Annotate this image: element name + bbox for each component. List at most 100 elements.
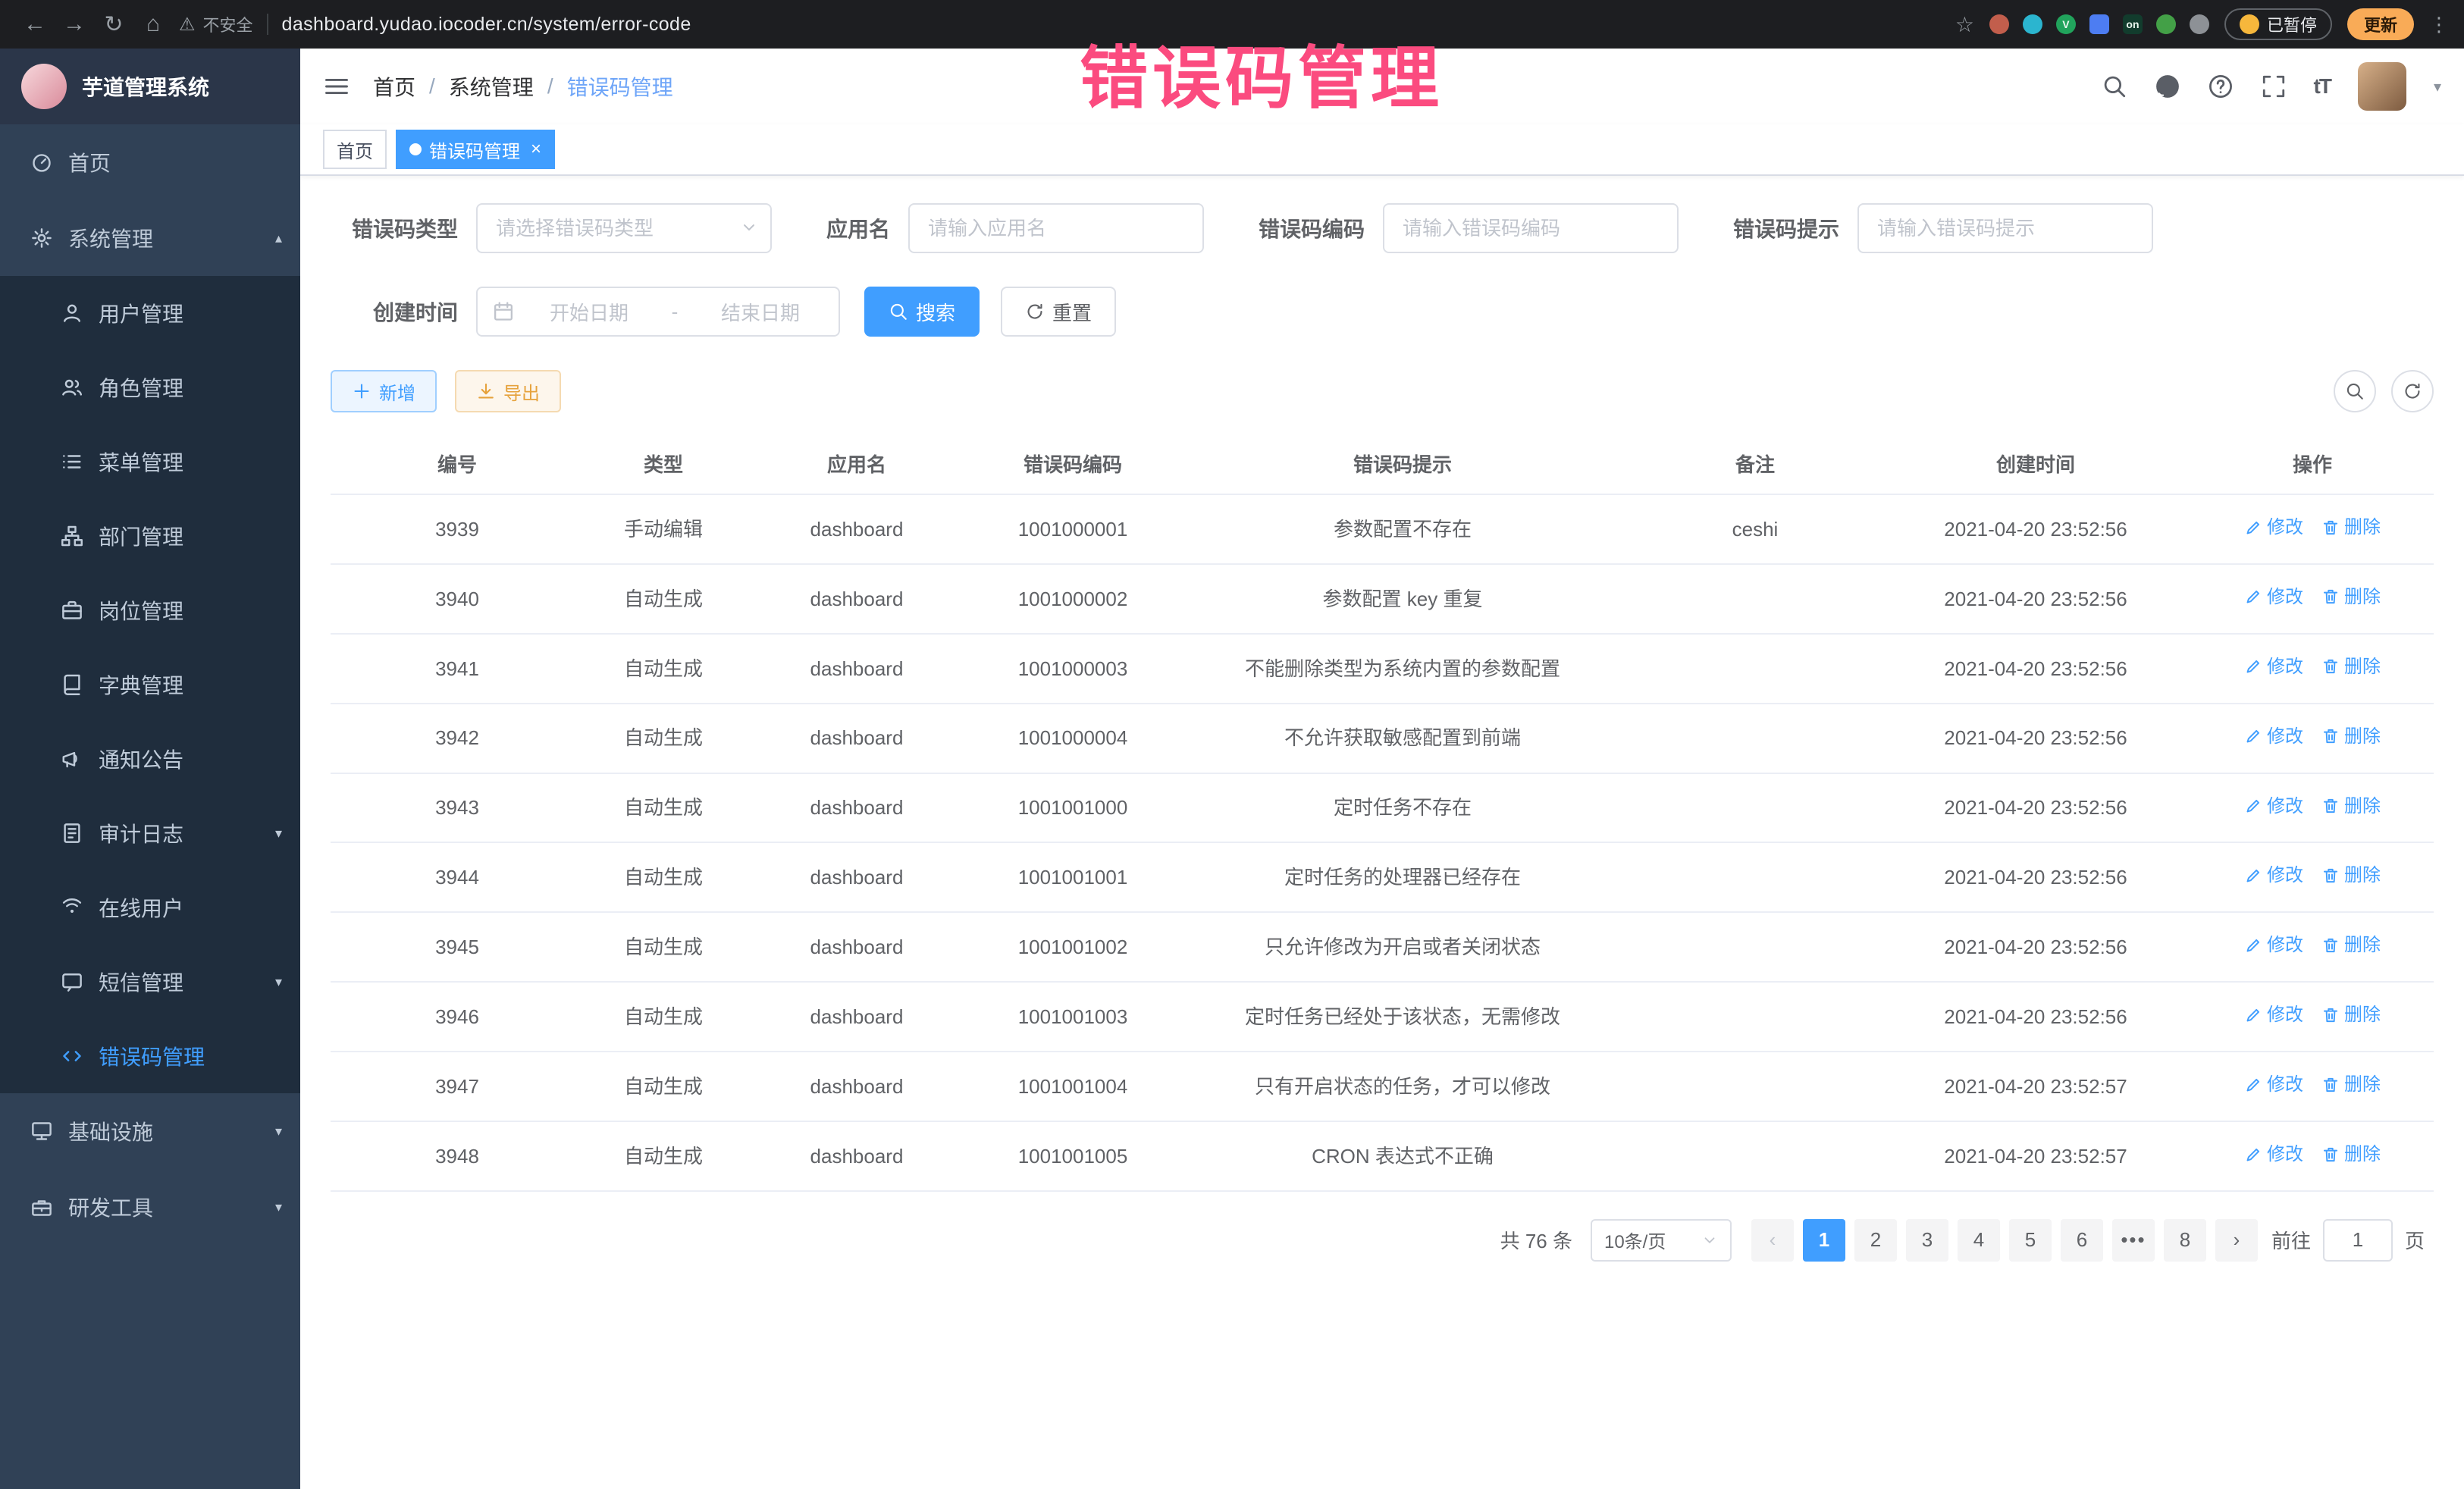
download-icon xyxy=(476,381,496,401)
delete-button[interactable]: 删除 xyxy=(2321,931,2381,959)
tag-home[interactable]: 首页 xyxy=(323,130,387,169)
table-row: 3943自动生成dashboard1001001000定时任务不存在2021-0… xyxy=(331,773,2434,843)
page-button-3[interactable]: 3 xyxy=(1906,1219,1948,1262)
delete-button[interactable]: 删除 xyxy=(2321,792,2381,820)
page-more-button[interactable]: ••• xyxy=(2112,1219,2155,1262)
vue-devtools-extension-icon[interactable]: V xyxy=(2056,14,2076,34)
delete-button[interactable]: 删除 xyxy=(2321,723,2381,751)
page-button-4[interactable]: 4 xyxy=(1958,1219,2000,1262)
online-icon xyxy=(61,896,83,919)
reset-button[interactable]: 重置 xyxy=(1001,287,1116,337)
edit-button[interactable]: 修改 xyxy=(2244,792,2303,820)
page-button-1[interactable]: 1 xyxy=(1803,1219,1845,1262)
sidebar-item-sms[interactable]: 短信管理▾ xyxy=(0,945,300,1019)
bookmark-star-icon[interactable]: ☆ xyxy=(1955,12,1974,37)
edit-button[interactable]: 修改 xyxy=(2244,861,2303,889)
paused-badge[interactable]: 已暂停 xyxy=(2224,8,2332,40)
sidebar-item-role[interactable]: 角色管理 xyxy=(0,350,300,425)
page-button-2[interactable]: 2 xyxy=(1854,1219,1897,1262)
search-icon[interactable] xyxy=(2102,74,2127,99)
forward-icon[interactable]: → xyxy=(55,11,94,37)
sidebar-item-dept[interactable]: 部门管理 xyxy=(0,499,300,573)
cell-msg: 只允许修改为开启或者关闭状态 xyxy=(1175,912,1630,982)
sidebar-item-error-code[interactable]: 错误码管理 xyxy=(0,1019,300,1093)
page-size-value: 10条/页 xyxy=(1604,1227,1666,1253)
date-range-picker[interactable]: 开始日期 - 结束日期 xyxy=(476,287,840,337)
reload-icon[interactable]: ↻ xyxy=(94,11,133,38)
edit-button[interactable]: 修改 xyxy=(2244,1140,2303,1168)
add-button[interactable]: 新增 xyxy=(331,370,437,412)
edit-button[interactable]: 修改 xyxy=(2244,723,2303,751)
caret-down-icon[interactable]: ▾ xyxy=(2434,77,2441,96)
edit-button[interactable]: 修改 xyxy=(2244,931,2303,959)
puzzle-extension-icon[interactable] xyxy=(2190,14,2209,34)
sidebar-item-post[interactable]: 岗位管理 xyxy=(0,573,300,647)
goto-page-input[interactable] xyxy=(2323,1219,2393,1262)
sidebar-item-system[interactable]: 系统管理▴ xyxy=(0,200,300,276)
edit-button[interactable]: 修改 xyxy=(2244,513,2303,541)
user-avatar[interactable] xyxy=(2358,62,2406,111)
delete-button[interactable]: 删除 xyxy=(2321,583,2381,611)
delete-button[interactable]: 删除 xyxy=(2321,1071,2381,1099)
page-button-5[interactable]: 5 xyxy=(2009,1219,2052,1262)
tag-error-code[interactable]: 错误码管理 × xyxy=(396,130,555,169)
cell-time: 2021-04-20 23:52:57 xyxy=(1880,1121,2191,1191)
grid-extension-icon[interactable] xyxy=(2089,14,2109,34)
edit-button[interactable]: 修改 xyxy=(2244,1001,2303,1029)
sidebar-item-dict[interactable]: 字典管理 xyxy=(0,647,300,722)
app-name-field[interactable] xyxy=(908,203,1204,253)
font-size-icon[interactable]: tT xyxy=(2314,74,2331,99)
browser-menu-icon[interactable]: ⋮ xyxy=(2429,13,2449,36)
prev-page-button[interactable]: ‹ xyxy=(1751,1219,1794,1262)
export-button[interactable]: 导出 xyxy=(455,370,561,412)
sidebar-item-user[interactable]: 用户管理 xyxy=(0,276,300,350)
sidebar-item-devtools[interactable]: 研发工具▾ xyxy=(0,1169,300,1245)
home-icon[interactable]: ⌂ xyxy=(133,11,173,37)
delete-button[interactable]: 删除 xyxy=(2321,1140,2381,1168)
edit-button[interactable]: 修改 xyxy=(2244,583,2303,611)
drop-extension-icon[interactable] xyxy=(2023,14,2042,34)
error-code-field[interactable] xyxy=(1383,203,1679,253)
not-secure-label[interactable]: ⚠ 不安全 xyxy=(179,12,253,36)
on-extension-icon[interactable]: on xyxy=(2123,14,2143,34)
sidebar-item-menu[interactable]: 菜单管理 xyxy=(0,425,300,499)
breadcrumb-home[interactable]: 首页 xyxy=(373,71,415,102)
hamburger-icon[interactable] xyxy=(323,73,350,100)
cell-app: dashboard xyxy=(743,842,970,912)
error-msg-input[interactable] xyxy=(1857,203,2153,253)
adblock-extension-icon[interactable] xyxy=(1989,14,2009,34)
chrome-update-button[interactable]: 更新 xyxy=(2347,8,2414,40)
edit-button[interactable]: 修改 xyxy=(2244,1071,2303,1099)
page-button-6[interactable]: 6 xyxy=(2061,1219,2103,1262)
fullscreen-icon[interactable] xyxy=(2261,74,2287,99)
address-bar[interactable]: ⚠ 不安全 dashboard.yudao.iocoder.cn/system/… xyxy=(179,12,691,36)
edit-button[interactable]: 修改 xyxy=(2244,653,2303,681)
url-text[interactable]: dashboard.yudao.iocoder.cn/system/error-… xyxy=(282,14,691,36)
sidebar-item-online-user[interactable]: 在线用户 xyxy=(0,870,300,945)
error-type-select[interactable] xyxy=(476,203,772,253)
error-type-select-input[interactable] xyxy=(476,203,772,253)
sidebar-item-notice[interactable]: 通知公告 xyxy=(0,722,300,796)
delete-button[interactable]: 删除 xyxy=(2321,861,2381,889)
sidebar-item-infra[interactable]: 基础设施▾ xyxy=(0,1093,300,1169)
page-button-8[interactable]: 8 xyxy=(2164,1219,2206,1262)
close-icon[interactable]: × xyxy=(531,139,541,160)
toggle-search-button[interactable] xyxy=(2334,370,2376,412)
error-code-input[interactable] xyxy=(1383,203,1679,253)
sidebar-item-home[interactable]: 首页 xyxy=(0,124,300,200)
breadcrumb-system[interactable]: 系统管理 xyxy=(449,71,534,102)
back-icon[interactable]: ← xyxy=(15,11,55,37)
page-size-select[interactable]: 10条/页 xyxy=(1591,1219,1732,1262)
delete-button[interactable]: 删除 xyxy=(2321,1001,2381,1029)
refresh-table-button[interactable] xyxy=(2391,370,2434,412)
sidebar-item-audit-log[interactable]: 审计日志▾ xyxy=(0,796,300,870)
leaf-extension-icon[interactable] xyxy=(2156,14,2176,34)
help-icon[interactable] xyxy=(2208,74,2234,99)
next-page-button[interactable]: › xyxy=(2215,1219,2258,1262)
app-name-input[interactable] xyxy=(908,203,1204,253)
delete-button[interactable]: 删除 xyxy=(2321,653,2381,681)
error-msg-field[interactable] xyxy=(1857,203,2153,253)
search-button[interactable]: 搜索 xyxy=(864,287,980,337)
delete-button[interactable]: 删除 xyxy=(2321,513,2381,541)
github-icon[interactable] xyxy=(2155,74,2180,99)
